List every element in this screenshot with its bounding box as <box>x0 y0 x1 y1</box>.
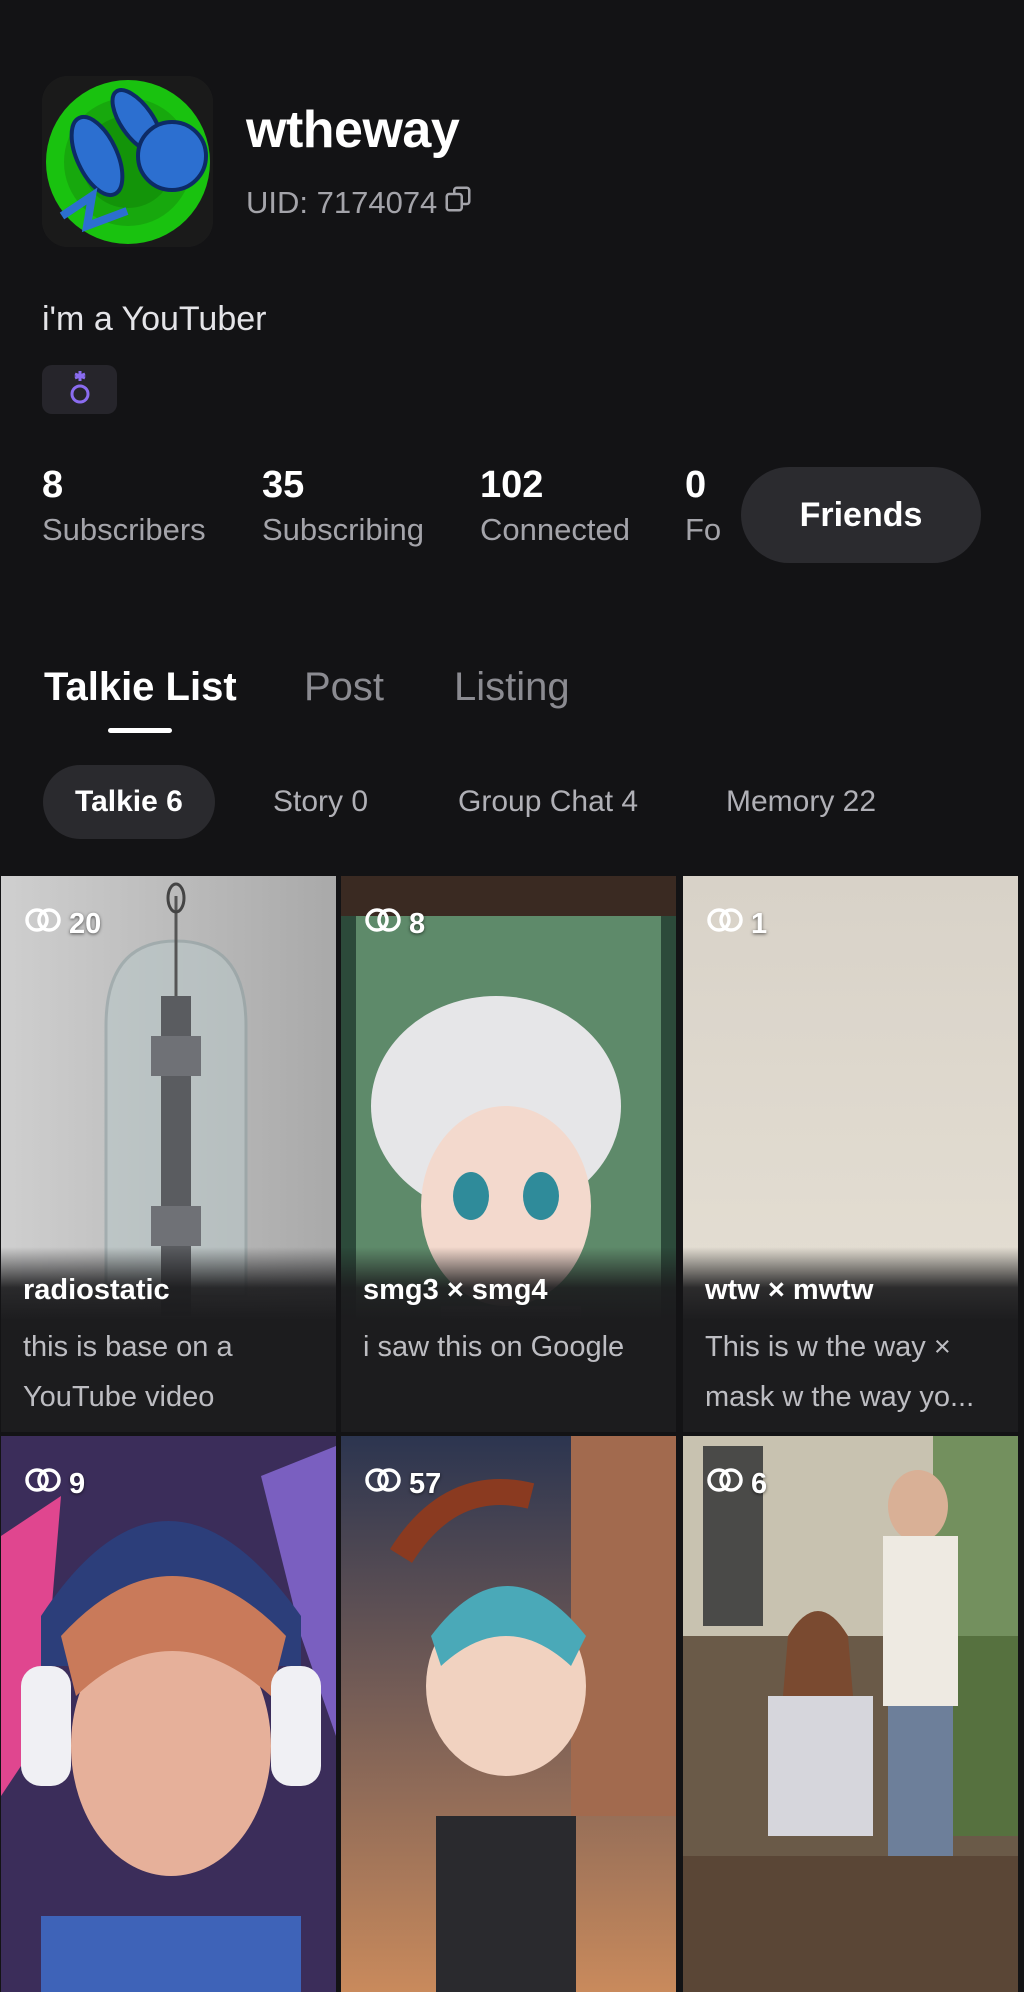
card-image <box>341 1436 676 1992</box>
tab-talkie-list[interactable]: Talkie List <box>44 665 237 710</box>
chat-count-value: 20 <box>69 907 102 940</box>
stat-value: 102 <box>480 464 544 506</box>
avatar-image <box>42 76 213 247</box>
username: wtheway <box>246 101 460 159</box>
stat-label: Fo <box>685 512 722 547</box>
link-icon <box>705 906 745 942</box>
chat-count: 9 <box>23 1466 85 1502</box>
gender-icon <box>68 369 92 410</box>
card-description: This is w the way × mask w the way yo... <box>705 1331 975 1413</box>
card-title: radiostatic <box>23 1274 170 1306</box>
card-description: this is base on a YouTube video <box>23 1331 233 1413</box>
tab-post[interactable]: Post <box>304 665 384 710</box>
active-tab-indicator <box>108 728 172 733</box>
card-title: wtw × mwtw <box>705 1274 874 1306</box>
card-image <box>683 1436 1018 1992</box>
chat-count-value: 8 <box>409 907 426 940</box>
chat-count: 6 <box>705 1466 767 1502</box>
chat-count-value: 6 <box>751 1467 768 1500</box>
profile-avatar[interactable] <box>42 76 213 247</box>
card-title: smg3 × smg4 <box>363 1274 548 1306</box>
stat-label: Subscribers <box>42 512 206 547</box>
chat-count: 8 <box>363 906 425 942</box>
chat-count-value: 9 <box>69 1467 86 1500</box>
link-icon <box>363 906 403 942</box>
talkie-card[interactable]: 1 wtw × mwtw This is w the way × mask w … <box>683 876 1018 1432</box>
link-icon <box>363 1466 403 1502</box>
uid-row[interactable]: UID: 7174074 <box>246 184 473 222</box>
link-icon <box>23 1466 63 1502</box>
talkie-card[interactable]: 6 <box>683 1436 1018 1992</box>
stat-label: Connected <box>480 512 630 547</box>
subtab-memory[interactable]: Memory 22 <box>726 765 876 839</box>
chat-count: 57 <box>363 1466 441 1502</box>
gender-badge <box>42 365 117 414</box>
stat-label: Subscribing <box>262 512 424 547</box>
stat-connected[interactable]: 102 Connected <box>480 462 630 548</box>
stat-value: 35 <box>262 464 305 506</box>
link-icon <box>705 1466 745 1502</box>
chat-count: 20 <box>23 906 101 942</box>
subtab-story[interactable]: Story 0 <box>273 765 368 839</box>
talkie-card[interactable]: 57 <box>341 1436 676 1992</box>
chat-count: 1 <box>705 906 767 942</box>
chat-count-value: 1 <box>751 907 768 940</box>
talkie-card[interactable]: 20 radiostatic this is base on a YouTube… <box>1 876 336 1432</box>
stat-value: 0 <box>685 464 707 506</box>
card-image <box>1 1436 336 1992</box>
link-icon <box>23 906 63 942</box>
friends-button[interactable]: Friends <box>741 467 981 563</box>
tab-listing[interactable]: Listing <box>454 665 570 710</box>
stat-followers[interactable]: 0 Fo <box>685 462 725 548</box>
copy-icon[interactable] <box>443 184 473 222</box>
subtab-talkie[interactable]: Talkie 6 <box>43 765 215 839</box>
profile-bio: i'm a YouTuber <box>42 300 267 338</box>
stat-subscribing[interactable]: 35 Subscribing <box>262 462 424 548</box>
stat-subscribers[interactable]: 8 Subscribers <box>42 462 206 548</box>
talkie-card[interactable]: 9 <box>1 1436 336 1992</box>
talkie-card[interactable]: 8 smg3 × smg4 i saw this on Google <box>341 876 676 1432</box>
uid-text: UID: 7174074 <box>246 185 438 220</box>
card-description: i saw this on Google <box>363 1331 625 1363</box>
stat-value: 8 <box>42 464 64 506</box>
subtab-group-chat[interactable]: Group Chat 4 <box>458 765 638 839</box>
chat-count-value: 57 <box>409 1467 442 1500</box>
